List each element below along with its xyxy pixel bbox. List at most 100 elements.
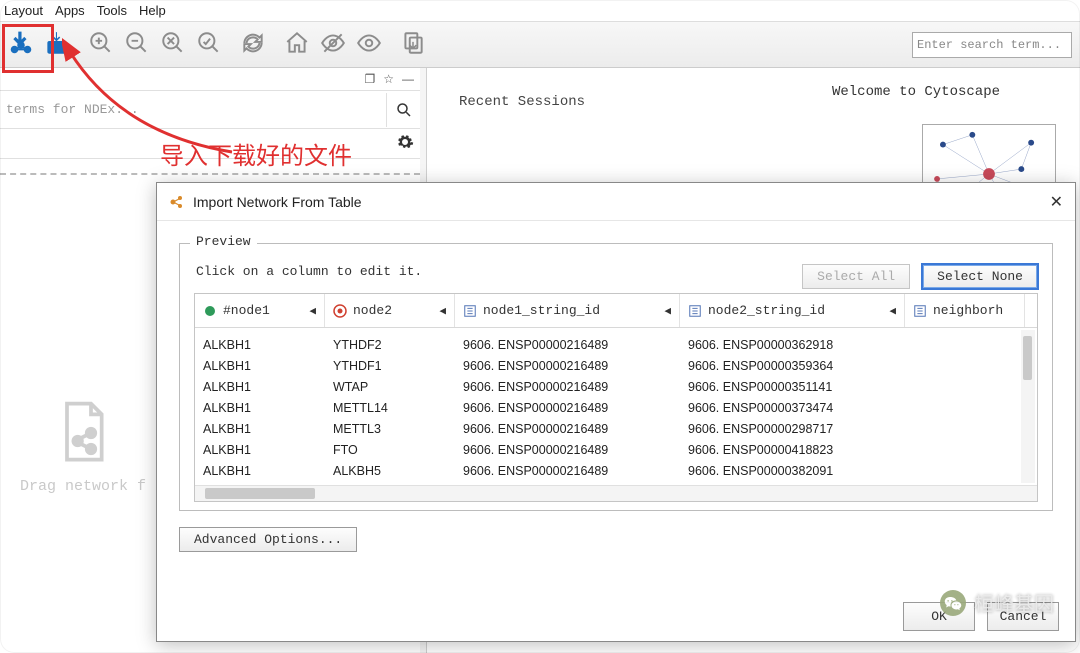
cell-node2: YTHDF1 (325, 359, 455, 373)
show-icon[interactable] (356, 30, 382, 59)
cell-node1-string-id: 9606. ENSP00000216489 (455, 380, 680, 394)
cell-node1: ALKBH1 (195, 422, 325, 436)
column-header-neighborhood[interactable]: neighborh (905, 294, 1025, 327)
cell-node2-string-id: 9606. ENSP00000298717 (680, 422, 905, 436)
cell-node2: METTL14 (325, 401, 455, 415)
table-row[interactable]: ALKBH1YTHDF19606. ENSP000002164899606. E… (195, 355, 1037, 376)
table-header: #node1 ◀ node2 ◀ node1_string_id ◀ (195, 294, 1037, 328)
cell-node2-string-id: 9606. ENSP00000359364 (680, 359, 905, 373)
column-label: #node1 (223, 303, 270, 318)
file-network-icon (51, 398, 115, 468)
cell-node1-string-id: 9606. ENSP00000216489 (455, 422, 680, 436)
table-row[interactable]: ALKBH1YTHDF29606. ENSP000002164899606. E… (195, 334, 1037, 355)
dialog-title: Import Network From Table (193, 194, 362, 210)
sort-icon[interactable]: ◀ (664, 304, 671, 318)
source-node-icon (203, 304, 217, 318)
wechat-icon (940, 590, 966, 616)
cell-node2-string-id: 9606. ENSP00000382091 (680, 464, 905, 478)
cell-node2: ALKBH5 (325, 464, 455, 478)
sort-icon[interactable]: ◀ (309, 304, 316, 318)
ndex-settings-icon[interactable] (396, 133, 414, 154)
welcome-title: Welcome to Cytoscape (832, 84, 1000, 100)
import-network-dialog: Import Network From Table ✕ Preview Clic… (156, 182, 1076, 642)
table-row[interactable]: ALKBH1METTL149606. ENSP000002164899606. … (195, 397, 1037, 418)
watermark: 桓峰基因 (940, 588, 1054, 617)
select-all-button[interactable]: Select All (802, 264, 910, 289)
cell-node2: FTO (325, 443, 455, 457)
menu-tools[interactable]: Tools (97, 3, 127, 18)
toolbar: Enter search term... (0, 22, 1080, 68)
horizontal-scrollbar[interactable] (195, 485, 1037, 501)
sort-icon[interactable]: ◀ (439, 304, 446, 318)
attribute-icon (688, 304, 702, 318)
refresh-icon[interactable] (240, 30, 266, 59)
attribute-icon (913, 304, 927, 318)
ndex-search-icon[interactable] (386, 93, 420, 127)
cell-node1: ALKBH1 (195, 401, 325, 415)
cell-node2-string-id: 9606. ENSP00000351141 (680, 380, 905, 394)
dialog-icon (169, 194, 185, 210)
menu-help[interactable]: Help (139, 3, 166, 18)
cell-node1-string-id: 9606. ENSP00000216489 (455, 338, 680, 352)
preview-table: #node1 ◀ node2 ◀ node1_string_id ◀ (194, 293, 1038, 502)
cell-node1: ALKBH1 (195, 338, 325, 352)
column-label: neighborh (933, 303, 1003, 318)
column-header-node1-string-id[interactable]: node1_string_id ◀ (455, 294, 680, 327)
table-row[interactable]: ALKBH1METTL39606. ENSP000002164899606. E… (195, 418, 1037, 439)
panel-pin-icon[interactable]: ☆ (383, 72, 394, 86)
advanced-options-button[interactable]: Advanced Options... (179, 527, 357, 552)
menu-apps[interactable]: Apps (55, 3, 85, 18)
table-row[interactable]: ALKBH1ALKBH59606. ENSP000002164899606. E… (195, 460, 1037, 481)
close-icon[interactable]: ✕ (1050, 192, 1063, 212)
menubar: Layout Apps Tools Help (0, 0, 1080, 22)
zoom-selected-icon[interactable] (196, 30, 222, 59)
menu-layout[interactable]: Layout (4, 3, 43, 18)
column-header-node2[interactable]: node2 ◀ (325, 294, 455, 327)
attribute-icon (463, 304, 477, 318)
dialog-titlebar[interactable]: Import Network From Table ✕ (157, 183, 1075, 221)
table-row[interactable]: ALKBH1FTO9606. ENSP000002164899606. ENSP… (195, 439, 1037, 460)
home-icon[interactable] (284, 30, 310, 59)
panel-float-icon[interactable]: ❐ (364, 72, 375, 86)
cell-node1-string-id: 9606. ENSP00000216489 (455, 359, 680, 373)
sort-icon[interactable]: ◀ (889, 304, 896, 318)
preview-legend: Preview (190, 234, 257, 249)
cell-node1-string-id: 9606. ENSP00000216489 (455, 443, 680, 457)
column-header-node2-string-id[interactable]: node2_string_id ◀ (680, 294, 905, 327)
cell-node2-string-id: 9606. ENSP00000362918 (680, 338, 905, 352)
select-none-button[interactable]: Select None (922, 264, 1038, 289)
watermark-text: 桓峰基因 (974, 588, 1054, 617)
target-node-icon (333, 304, 347, 318)
zoom-fit-icon[interactable] (160, 30, 186, 59)
cell-node1-string-id: 9606. ENSP00000216489 (455, 464, 680, 478)
zoom-in-icon[interactable] (88, 30, 114, 59)
copy-icon[interactable] (400, 30, 426, 59)
cell-node2-string-id: 9606. ENSP00000418823 (680, 443, 905, 457)
drop-network-area[interactable]: Drag network f (20, 398, 146, 495)
cell-node1: ALKBH1 (195, 380, 325, 394)
ndex-search-input[interactable]: terms for NDEx... (0, 102, 386, 117)
column-header-node1[interactable]: #node1 ◀ (195, 294, 325, 327)
annotation-highlight-box (2, 24, 54, 73)
panel-divider (0, 173, 420, 175)
column-label: node1_string_id (483, 303, 600, 318)
column-label: node2 (353, 303, 392, 318)
vertical-scrollbar[interactable] (1021, 330, 1035, 483)
table-row[interactable]: ALKBH1WTAP9606. ENSP000002164899606. ENS… (195, 376, 1037, 397)
table-body: ALKBH1YTHDF29606. ENSP000002164899606. E… (195, 328, 1037, 485)
cell-node1: ALKBH1 (195, 443, 325, 457)
cell-node2: WTAP (325, 380, 455, 394)
column-label: node2_string_id (708, 303, 825, 318)
cell-node2-string-id: 9606. ENSP00000373474 (680, 401, 905, 415)
cell-node2: YTHDF2 (325, 338, 455, 352)
scrollbar-thumb[interactable] (1023, 336, 1032, 380)
scrollbar-thumb[interactable] (205, 488, 315, 499)
cell-node1: ALKBH1 (195, 359, 325, 373)
preview-fieldset: Preview Click on a column to edit it. Se… (179, 243, 1053, 511)
search-input[interactable]: Enter search term... (912, 32, 1072, 58)
panel-minimize-icon[interactable]: — (402, 72, 414, 86)
hide-icon[interactable] (320, 30, 346, 59)
zoom-out-icon[interactable] (124, 30, 150, 59)
cell-node1: ALKBH1 (195, 464, 325, 478)
drop-network-label: Drag network f (20, 478, 146, 495)
